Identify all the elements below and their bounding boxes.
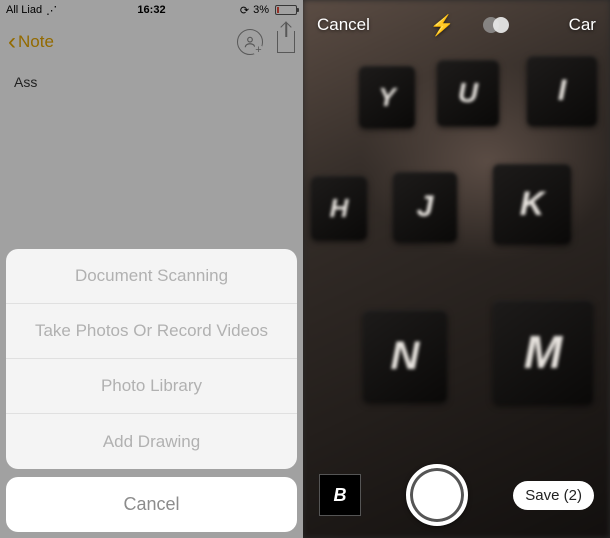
viewfinder-key: U <box>437 60 499 126</box>
camera-scanner-screen: Y U I H J K N M Cancel ⚡ Car B Save (2) <box>303 0 610 538</box>
viewfinder-key: K <box>493 164 571 244</box>
viewfinder-key: M <box>493 300 593 404</box>
sheet-take-photo-video[interactable]: Take Photos Or Record Videos <box>6 304 297 359</box>
viewfinder-key: Y <box>359 66 415 128</box>
flash-icon[interactable]: ⚡ <box>430 13 455 38</box>
shutter-button[interactable] <box>406 464 468 526</box>
notes-app-screen: All Liad ⋰ 16:32 ⟳ 3% ‹ Note Ass Documen… <box>0 0 303 538</box>
sheet-add-drawing[interactable]: Add Drawing <box>6 414 297 469</box>
action-sheet: Document Scanning Take Photos Or Record … <box>6 249 297 532</box>
filter-icon[interactable] <box>483 17 509 33</box>
viewfinder-key: J <box>393 172 457 242</box>
camera-cancel-button[interactable]: Cancel <box>317 15 370 35</box>
viewfinder-key: I <box>527 56 597 126</box>
camera-top-bar: Cancel ⚡ Car <box>303 0 610 50</box>
viewfinder-key: H <box>311 176 367 240</box>
sheet-photo-library[interactable]: Photo Library <box>6 359 297 414</box>
sheet-cancel-button[interactable]: Cancel <box>6 477 297 532</box>
viewfinder-key: N <box>363 310 447 402</box>
camera-bottom-bar: B Save (2) <box>303 464 610 526</box>
camera-mode-label[interactable]: Car <box>569 15 596 35</box>
save-button[interactable]: Save (2) <box>513 481 594 510</box>
recent-capture-thumbnail[interactable]: B <box>319 474 361 516</box>
sheet-document-scanning[interactable]: Document Scanning <box>6 249 297 304</box>
